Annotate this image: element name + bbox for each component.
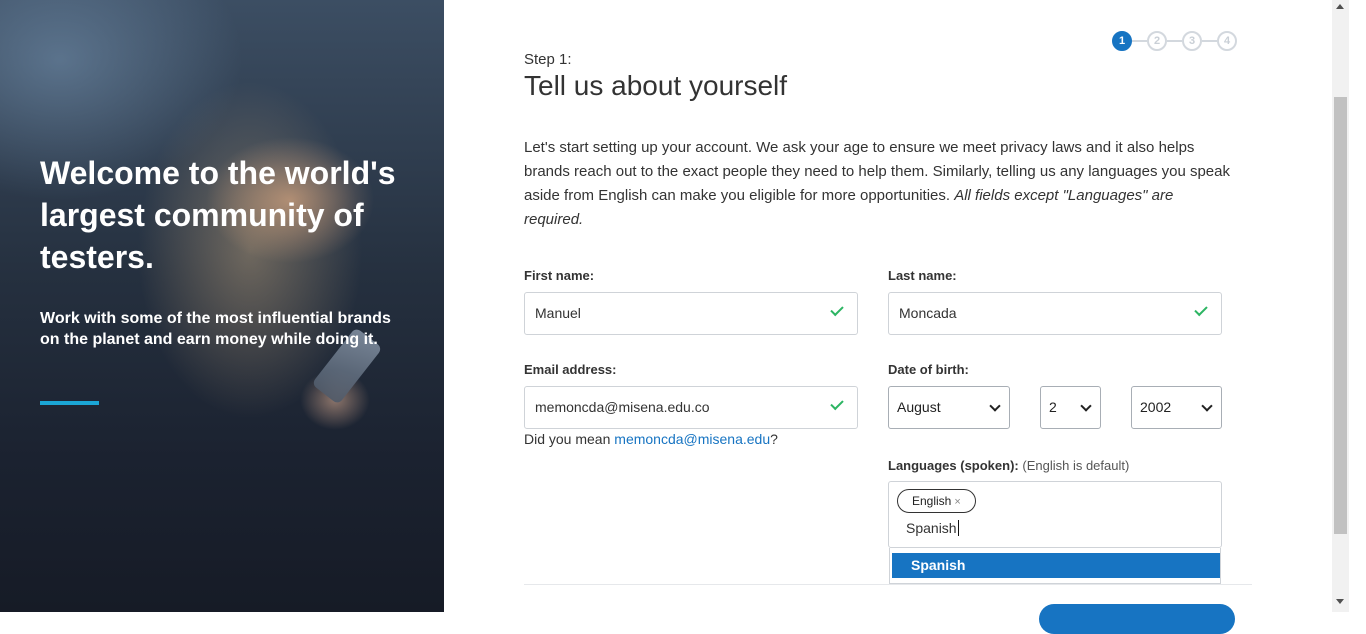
hero-title: Welcome to the world's largest community… <box>40 155 396 275</box>
languages-label-text: Languages (spoken): <box>888 458 1019 473</box>
email-value: memoncda@misena.edu.co <box>535 399 710 415</box>
text-caret <box>957 520 959 536</box>
language-tag-label: English <box>912 494 952 508</box>
dob-label: Date of birth: <box>888 362 969 377</box>
email-label: Email address: <box>524 362 617 377</box>
step-3-indicator: 3 <box>1182 31 1202 51</box>
dob-month-select[interactable]: August <box>888 386 1010 429</box>
first-name-value: Manuel <box>535 305 581 321</box>
languages-option-spanish[interactable]: Spanish <box>892 553 1220 578</box>
page-title: Tell us about yourself <box>524 70 788 101</box>
step-connector <box>1167 40 1182 42</box>
scroll-down-arrow-icon[interactable] <box>1336 599 1344 604</box>
continue-button[interactable] <box>1039 604 1235 634</box>
check-icon <box>830 396 844 411</box>
last-name-field[interactable]: Moncada <box>888 292 1222 335</box>
languages-field[interactable]: English × Spanish <box>888 481 1222 548</box>
scroll-up-arrow-icon[interactable] <box>1336 4 1344 9</box>
step-connector <box>1202 40 1217 42</box>
email-suggestion-prefix: Did you mean <box>524 431 615 447</box>
dob-day-select[interactable]: 2 <box>1040 386 1101 429</box>
check-icon <box>1194 302 1208 317</box>
email-suggestion-suffix: ? <box>770 431 778 447</box>
language-tag: English × <box>897 489 976 513</box>
hero-panel: Welcome to the world's largest community… <box>0 0 444 612</box>
first-name-label: First name: <box>524 268 595 283</box>
chevron-down-icon <box>1201 400 1213 412</box>
step-1-indicator: 1 <box>1112 31 1132 51</box>
step-connector <box>1132 40 1147 42</box>
intro-text: Let's start setting up your account. We … <box>524 136 1236 232</box>
step-label: Step 1: <box>524 51 572 68</box>
dob-year-value: 2002 <box>1140 399 1172 415</box>
chevron-down-icon <box>1080 400 1092 412</box>
page-scrollbar[interactable] <box>1332 0 1349 612</box>
check-icon <box>830 302 844 317</box>
dob-day-value: 2 <box>1049 399 1057 415</box>
languages-hint: (English is default) <box>1022 458 1130 473</box>
last-name-value: Moncada <box>899 305 957 321</box>
progress-stepper: 1 2 3 4 <box>1112 31 1238 51</box>
last-name-label: Last name: <box>888 268 957 283</box>
hero-accent-bar <box>40 401 99 405</box>
dob-year-select[interactable]: 2002 <box>1131 386 1222 429</box>
hero-subtitle: Work with some of the most influential b… <box>40 310 391 348</box>
form-divider <box>524 584 1252 585</box>
step-4-indicator: 4 <box>1217 31 1237 51</box>
step-2-indicator: 2 <box>1147 31 1167 51</box>
email-field[interactable]: memoncda@misena.edu.co <box>524 386 858 429</box>
first-name-field[interactable]: Manuel <box>524 292 858 335</box>
scroll-thumb[interactable] <box>1334 97 1347 534</box>
dob-month-value: August <box>897 399 941 415</box>
languages-typed-value: Spanish <box>906 520 957 536</box>
languages-dropdown: Spanish <box>889 548 1221 584</box>
chevron-down-icon <box>989 400 1001 412</box>
email-suggestion: Did you mean memoncda@misena.edu? <box>524 431 778 447</box>
languages-search-input[interactable]: Spanish <box>906 520 959 536</box>
email-suggestion-link[interactable]: memoncda@misena.edu <box>614 431 770 447</box>
languages-label: Languages (spoken): (English is default) <box>888 458 1129 473</box>
close-icon[interactable]: × <box>954 496 960 508</box>
